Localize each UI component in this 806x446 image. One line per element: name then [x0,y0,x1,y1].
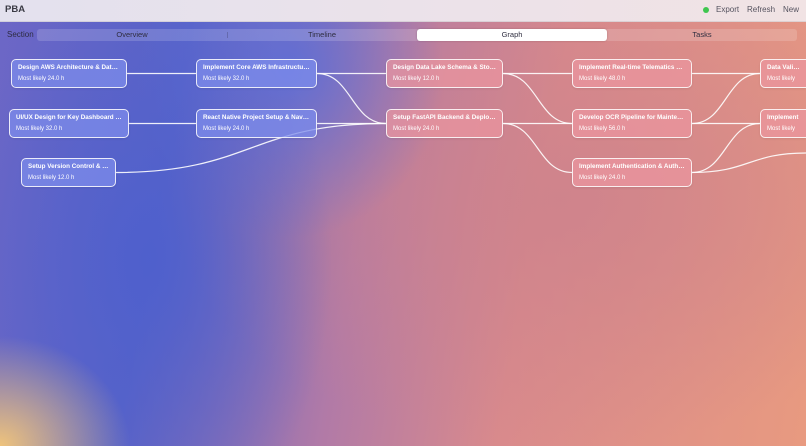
task-estimate: Most likely 24.0 h [579,175,626,181]
task-node[interactable]: UI/UX Design for Key Dashboard Scre... M… [9,109,129,138]
task-estimate: Most likely 24.0 h [203,126,250,132]
task-title: Implement Authentication & Authoriz... [579,163,685,170]
task-node[interactable]: Develop OCR Pipeline for Maintenanc... M… [572,109,692,138]
task-estimate: Most likely [767,126,796,132]
task-node[interactable]: Implement Core AWS Infrastructure w... M… [196,59,317,88]
task-estimate: Most likely 56.0 h [579,126,626,132]
task-node[interactable]: React Native Project Setup & Navigati...… [196,109,317,138]
task-title: Implement [767,114,799,121]
task-title: Data Valida [767,64,800,71]
task-node[interactable]: Implement Real-time Telematics & Se... M… [572,59,692,88]
task-title: Design AWS Architecture & Data Flow [18,64,120,71]
dependency-edge [691,72,761,125]
task-node[interactable]: Setup FastAPI Backend & Deployment Most … [386,109,503,138]
task-estimate: Most likely 12.0 h [28,175,75,181]
task-node[interactable]: Data Valida Most likely [760,59,806,88]
task-estimate: Most likely [767,76,796,82]
task-title: Setup Version Control & CI/CD [28,163,109,170]
task-title: Develop OCR Pipeline for Maintenanc... [579,114,685,121]
task-title: UI/UX Design for Key Dashboard Scre... [16,114,122,121]
dependency-edge [691,152,806,174]
task-estimate: Most likely 48.0 h [579,76,626,82]
task-title: React Native Project Setup & Navigati... [203,114,310,121]
dependency-edge [502,72,573,125]
task-node[interactable]: Setup Version Control & CI/CD Most likel… [21,158,116,187]
dependency-edge [502,122,573,174]
task-estimate: Most likely 24.0 h [18,76,65,82]
dependency-edge [691,122,761,174]
task-node[interactable]: Design AWS Architecture & Data Flow Most… [11,59,127,88]
task-title: Implement Real-time Telematics & Se... [579,64,685,71]
dependency-edge [316,72,387,125]
task-node[interactable]: Implement Authentication & Authoriz... M… [572,158,692,187]
task-estimate: Most likely 24.0 h [393,126,440,132]
task-title: Implement Core AWS Infrastructure w... [203,64,310,71]
task-estimate: Most likely 32.0 h [16,126,63,132]
task-node[interactable]: Implement Most likely [760,109,806,138]
task-title: Setup FastAPI Backend & Deployment [393,114,496,121]
task-estimate: Most likely 12.0 h [393,76,440,82]
task-node[interactable]: Design Data Lake Schema & Storage... Mos… [386,59,503,88]
task-estimate: Most likely 32.0 h [203,76,250,82]
task-title: Design Data Lake Schema & Storage... [393,64,496,71]
